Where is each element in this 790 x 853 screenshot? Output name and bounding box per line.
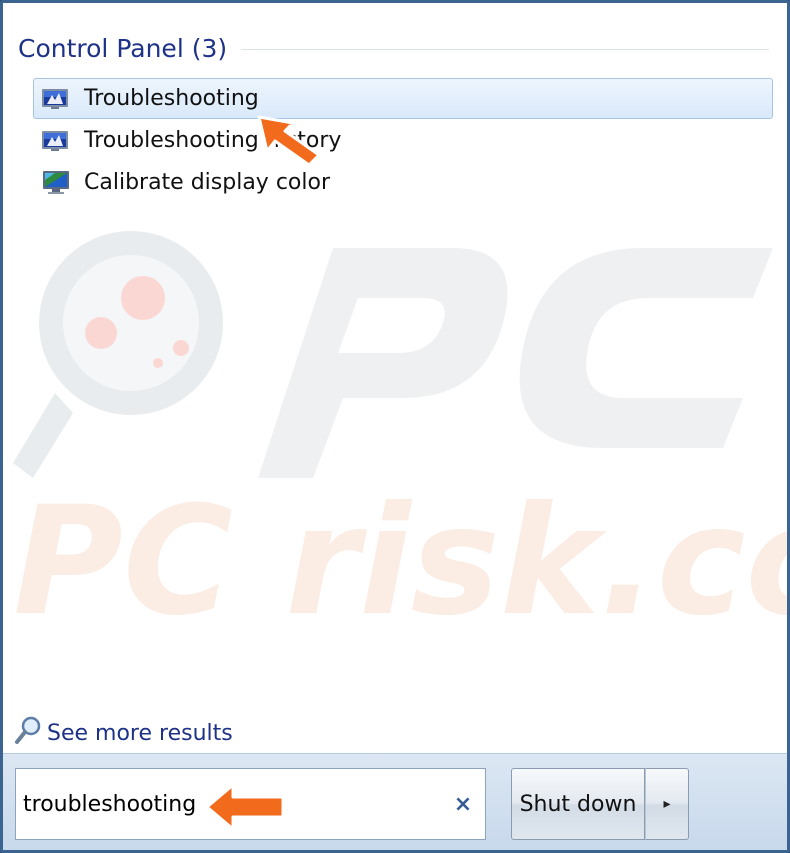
result-label: Troubleshooting: [84, 86, 259, 111]
search-results-panel: Control Panel (3) Troubleshooting Troubl…: [3, 3, 787, 753]
troubleshooting-icon: [40, 85, 72, 113]
start-menu-search-window: Control Panel (3) Troubleshooting Troubl…: [0, 0, 790, 853]
see-more-results-label: See more results: [47, 720, 233, 746]
see-more-results-link[interactable]: See more results: [13, 715, 233, 751]
shutdown-button-group: Shut down ▸: [511, 768, 689, 840]
pcrisk-watermark: PC risk.com: [13, 231, 790, 643]
control-panel-group-header[interactable]: Control Panel (3): [18, 31, 769, 65]
group-title: Control Panel (3): [18, 33, 228, 63]
result-item-calibrate-display-color[interactable]: Calibrate display color: [33, 162, 773, 203]
result-item-troubleshooting-history[interactable]: Troubleshooting history: [33, 120, 773, 161]
watermark-text: PC risk.com: [13, 475, 790, 643]
troubleshooting-history-icon: [40, 127, 72, 155]
search-input[interactable]: [23, 791, 423, 817]
magnifier-icon: [13, 715, 43, 751]
result-label: Troubleshooting history: [84, 128, 342, 153]
shutdown-options-arrow-icon[interactable]: ▸: [645, 768, 689, 840]
search-bar-area: × Shut down ▸: [3, 753, 787, 850]
shutdown-button[interactable]: Shut down: [511, 768, 645, 840]
search-box: ×: [15, 768, 486, 840]
display-color-icon: [40, 169, 72, 197]
result-item-troubleshooting[interactable]: Troubleshooting: [33, 78, 773, 119]
result-label: Calibrate display color: [84, 170, 330, 195]
clear-search-icon[interactable]: ×: [453, 792, 473, 817]
group-divider: [241, 48, 769, 50]
